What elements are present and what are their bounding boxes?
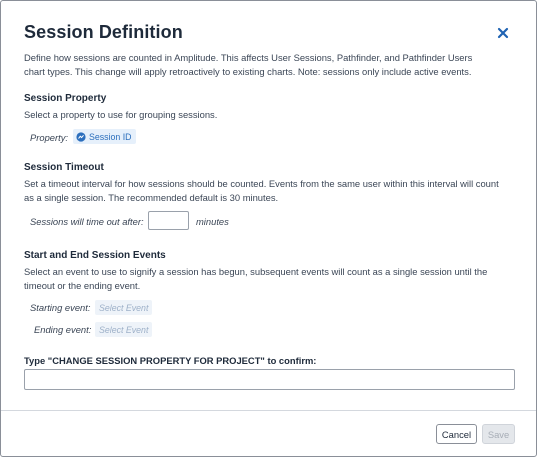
close-icon[interactable] bbox=[496, 26, 510, 40]
session-property-selector[interactable]: Session ID bbox=[73, 129, 136, 144]
session-timeout-description-line: Set a timeout interval for how sessions … bbox=[24, 178, 499, 189]
dialog-title: Session Definition bbox=[24, 22, 183, 42]
timeout-label: Sessions will time out after: bbox=[30, 216, 144, 227]
session-events-title: Start and End Session Events bbox=[24, 250, 166, 261]
session-property-title: Session Property bbox=[24, 93, 107, 104]
session-property-value: Session ID bbox=[89, 131, 132, 142]
session-property-icon bbox=[76, 131, 86, 142]
confirm-input[interactable] bbox=[24, 369, 515, 390]
session-timeout-title: Session Timeout bbox=[24, 162, 104, 173]
session-events-description: Select an event to use to signify a sess… bbox=[24, 265, 514, 292]
confirm-label: Type "CHANGE SESSION PROPERTY FOR PROJEC… bbox=[24, 355, 317, 366]
session-definition-dialog: Session Definition Define how sessions a… bbox=[0, 0, 537, 457]
starting-event-label: Starting event: bbox=[30, 302, 91, 313]
session-timeout-description-line: as a single session. The recommended def… bbox=[24, 191, 279, 203]
session-timeout-description: Set a timeout interval for how sessions … bbox=[24, 177, 514, 204]
save-button[interactable]: Save bbox=[482, 424, 515, 444]
timeout-minutes-input[interactable] bbox=[148, 211, 189, 230]
ending-event-select[interactable]: Select Event bbox=[95, 322, 153, 337]
ending-event-label: Ending event: bbox=[34, 324, 92, 335]
close-icon-glyph bbox=[497, 27, 509, 39]
session-property-description: Select a property to use for grouping se… bbox=[24, 109, 218, 120]
dialog-description: Define how sessions are counted in Ampli… bbox=[24, 51, 514, 78]
dialog-description-line: chart types. This change will apply retr… bbox=[24, 65, 472, 77]
timeout-unit-label: minutes bbox=[196, 216, 229, 227]
starting-event-select[interactable]: Select Event bbox=[95, 300, 153, 315]
session-events-description-line: Select an event to use to signify a sess… bbox=[24, 266, 488, 277]
session-events-description-line: timeout or the ending event. bbox=[24, 279, 141, 291]
footer-divider bbox=[1, 410, 536, 411]
dialog-description-line: Define how sessions are counted in Ampli… bbox=[24, 52, 473, 63]
property-label: Property: bbox=[30, 132, 69, 143]
cancel-button[interactable]: Cancel bbox=[436, 424, 477, 444]
